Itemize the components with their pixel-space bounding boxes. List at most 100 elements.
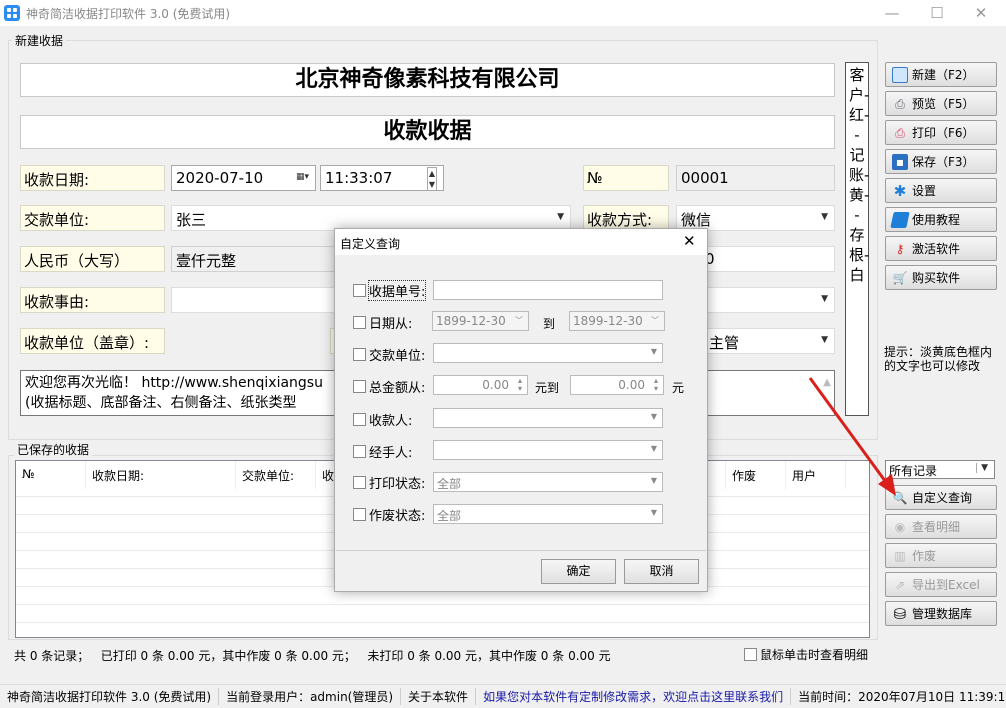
save-button[interactable]: ▪保存（F3） — [885, 149, 997, 174]
shopping-cart-icon: 🛒 — [892, 270, 908, 286]
payer-filter-select[interactable]: ▼ — [433, 343, 663, 363]
new-receipt-group-label: 新建收据 — [12, 32, 66, 49]
reason-label[interactable]: 收款事由: — [20, 287, 165, 313]
date-filter[interactable]: 日期从: — [353, 311, 412, 333]
payer-label[interactable]: 交款单位: — [20, 205, 165, 231]
database-icon: ⛁ — [892, 606, 908, 622]
activate-button-label: 激活软件 — [912, 240, 960, 257]
column-header-date[interactable]: 收款日期: — [86, 461, 236, 489]
chevron-down-icon[interactable]: ▼ — [651, 508, 657, 517]
saved-receipts-label: 已保存的收据 — [14, 441, 92, 458]
rmb-label[interactable]: 人民币（大写） — [20, 246, 165, 272]
hint-text: 提示：淡黄底色框内的文字也可以修改 — [884, 345, 999, 373]
print-button[interactable]: ⎙打印（F6） — [885, 120, 997, 145]
void-button[interactable]: ▥作废 — [885, 543, 997, 568]
checkbox-icon[interactable] — [353, 413, 366, 426]
click-detail-checkbox[interactable]: 鼠标单击时查看明细 — [744, 646, 868, 663]
status-about-link[interactable]: 关于本软件 — [401, 688, 476, 705]
spinner-icon[interactable]: ▴▾ — [518, 377, 522, 393]
activate-button[interactable]: ⚷激活软件 — [885, 236, 997, 261]
dialog-title: 自定义查询 — [340, 235, 400, 252]
checkbox-icon[interactable] — [353, 316, 366, 329]
receiver-select[interactable]: ▼ — [433, 408, 663, 428]
handler-filter[interactable]: 经手人: — [353, 440, 412, 462]
side-memo-field[interactable]: 客户-红--记账-黄--存根-白 — [845, 62, 869, 416]
amount-filter[interactable]: 总金额从: — [353, 375, 425, 397]
date-from-picker[interactable]: 1899-12-30﹀ — [432, 311, 529, 331]
chevron-down-icon[interactable]: ▼ — [651, 444, 657, 453]
trash-icon: ▥ — [892, 548, 908, 564]
time-field[interactable]: 11:33:07 ▲▼ — [320, 165, 444, 191]
close-button[interactable]: ✕ — [966, 4, 996, 22]
view-detail-button[interactable]: ◉查看明细 — [885, 514, 997, 539]
receipt-no-field: 00001 — [676, 165, 835, 191]
chevron-down-icon[interactable]: ﹀ — [651, 315, 659, 326]
dialog-footer-divider — [336, 550, 706, 551]
amount-to-input[interactable]: 0.00▴▾ — [570, 375, 664, 395]
column-header-void[interactable]: 作废 — [726, 461, 786, 489]
checkbox-icon[interactable] — [353, 348, 366, 361]
receiver-filter-label: 收款人: — [369, 410, 412, 429]
tutorial-button-label: 使用教程 — [912, 211, 960, 228]
amount-from-value: 0.00 — [482, 378, 509, 392]
receiver-filter[interactable]: 收款人: — [353, 408, 412, 430]
chevron-down-icon[interactable]: ▼ — [821, 212, 828, 222]
red-arrow-annotation — [800, 370, 910, 510]
print-status-filter[interactable]: 打印状态: — [353, 471, 425, 493]
payee-unit-label[interactable]: 收款单位（盖章）: — [20, 328, 165, 354]
column-header-payer[interactable]: 交款单位: — [236, 461, 316, 489]
date-to-picker[interactable]: 1899-12-30﹀ — [569, 311, 665, 331]
time-value: 11:33:07 — [325, 169, 392, 187]
preview-button[interactable]: ⎙预览（F5） — [885, 91, 997, 116]
manage-database-button[interactable]: ⛁管理数据库 — [885, 601, 997, 626]
date-value: 2020-07-10 — [176, 169, 263, 187]
buy-button[interactable]: 🛒购买软件 — [885, 265, 997, 290]
checkbox-icon[interactable] — [353, 284, 366, 297]
cancel-button[interactable]: 取消 — [624, 559, 699, 584]
spinner-icon[interactable]: ▴▾ — [654, 377, 658, 393]
export-excel-label: 导出到Excel — [912, 576, 980, 593]
date-label[interactable]: 收款日期: — [20, 165, 165, 191]
chevron-down-icon[interactable]: ﹀ — [515, 315, 523, 326]
payer-filter[interactable]: 交款单位: — [353, 343, 425, 365]
date-picker[interactable]: 2020-07-10 ▦▾ — [171, 165, 316, 191]
tutorial-button[interactable]: 使用教程 — [885, 207, 997, 232]
receipt-no-input[interactable] — [433, 280, 663, 300]
receipt-title-field[interactable]: 收款收据 — [20, 115, 835, 149]
checkbox-icon[interactable] — [353, 445, 366, 458]
void-status-value: 全部 — [437, 509, 461, 523]
maximize-button[interactable]: ☐ — [922, 4, 952, 22]
status-contact-link[interactable]: 如果您对本软件有定制修改需求，欢迎点击这里联系我们 — [476, 688, 791, 705]
chevron-down-icon[interactable]: ▼ — [651, 412, 657, 421]
company-name-field[interactable]: 北京神奇像素科技有限公司 — [20, 63, 835, 97]
new-document-icon — [892, 67, 908, 83]
receipt-no-filter[interactable]: 收据单号: — [353, 279, 425, 301]
settings-button[interactable]: ✱设置 — [885, 178, 997, 203]
ok-button[interactable]: 确定 — [541, 559, 616, 584]
checkbox-icon[interactable] — [353, 380, 366, 393]
chevron-down-icon[interactable]: ▼ — [821, 335, 828, 345]
chevron-down-icon[interactable]: ▼ — [557, 212, 564, 222]
checkbox-icon[interactable] — [744, 648, 757, 661]
calendar-dropdown-icon[interactable]: ▦▾ — [296, 172, 309, 182]
handler-select[interactable]: ▼ — [433, 440, 663, 460]
checkbox-icon[interactable] — [353, 476, 366, 489]
chevron-down-icon[interactable]: ▼ — [821, 294, 828, 304]
dialog-close-button[interactable]: ✕ — [683, 232, 696, 250]
checkbox-icon[interactable] — [353, 508, 366, 521]
new-button[interactable]: 新建（F2） — [885, 62, 997, 87]
amount-from-input[interactable]: 0.00 ▴▾ — [433, 375, 528, 395]
method-value: 微信 — [681, 211, 711, 229]
chevron-down-icon[interactable]: ▼ — [651, 476, 657, 485]
chevron-down-icon[interactable]: ▼ — [976, 463, 988, 473]
print-status-value: 全部 — [437, 477, 461, 491]
print-status-select[interactable]: 全部 ▼ — [433, 472, 663, 492]
export-excel-button[interactable]: ⇗导出到Excel — [885, 572, 997, 597]
void-status-filter[interactable]: 作废状态: — [353, 503, 425, 525]
void-status-select[interactable]: 全部 ▼ — [433, 504, 663, 524]
gear-icon: ✱ — [892, 183, 908, 199]
minimize-button[interactable]: — — [877, 4, 907, 22]
column-header-no[interactable]: № — [16, 461, 86, 489]
chevron-down-icon[interactable]: ▼ — [651, 347, 657, 356]
time-spinner-icon[interactable]: ▲▼ — [427, 167, 437, 191]
